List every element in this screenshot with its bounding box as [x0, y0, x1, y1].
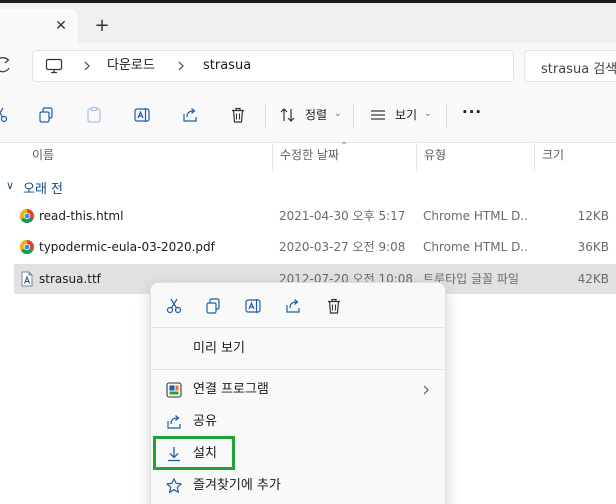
share-icon[interactable]: [284, 297, 302, 315]
rename-icon[interactable]: [133, 106, 151, 124]
file-name: typodermic-eula-03-2020.pdf: [39, 240, 215, 254]
file-date: 2020-03-27 오전 9:08: [279, 240, 406, 254]
chrome-icon: [20, 240, 34, 254]
command-bar: 정렬 ⌄ 보기 ⌄ ···: [0, 89, 616, 143]
column-divider[interactable]: [416, 143, 417, 171]
view-chevron-icon[interactable]: ⌄: [424, 109, 432, 119]
menu-item-label: 미리 보기: [193, 341, 245, 356]
refresh-icon[interactable]: [0, 54, 14, 76]
address-bar[interactable]: 다운로드 strasua: [32, 50, 514, 82]
tab-current[interactable]: ✕: [0, 9, 78, 43]
delete-icon[interactable]: [325, 297, 343, 315]
column-divider[interactable]: [272, 143, 273, 171]
copy-icon[interactable]: [37, 106, 55, 124]
menu-item-label: 즐겨찾기에 추가: [193, 478, 281, 493]
open-with-icon: [166, 382, 182, 398]
menu-divider: [152, 327, 446, 328]
file-size: 12KB: [577, 209, 609, 223]
column-divider[interactable]: [534, 143, 535, 171]
group-header[interactable]: ∨ 오래 전: [0, 176, 200, 198]
menu-item-label: 공유: [193, 414, 217, 429]
view-icon[interactable]: [369, 106, 387, 124]
column-header-name[interactable]: 이름: [32, 148, 54, 162]
copy-icon[interactable]: [204, 297, 222, 315]
font-file-icon: [21, 271, 33, 287]
tab-strip: ✕ +: [0, 3, 616, 43]
install-highlight-box: [153, 436, 235, 470]
breadcrumb-chevron-icon: [84, 61, 90, 71]
breadcrumb-downloads[interactable]: 다운로드: [107, 58, 155, 74]
sort-chevron-icon[interactable]: ⌄: [334, 109, 342, 119]
column-header-size[interactable]: 크기: [542, 148, 564, 162]
view-button[interactable]: 보기: [395, 108, 417, 122]
file-row[interactable]: read-this.html 2021-04-30 오후 5:17 Chrome…: [14, 201, 616, 231]
share-icon[interactable]: [181, 106, 199, 124]
chrome-icon: [20, 209, 34, 223]
toolbar-divider: [446, 103, 447, 129]
more-options-icon[interactable]: ···: [462, 105, 482, 120]
address-row: 다운로드 strasua strasua 검색: [0, 43, 616, 89]
group-label: 오래 전: [23, 182, 64, 197]
file-date: 2021-04-30 오후 5:17: [279, 209, 406, 223]
sort-button[interactable]: 정렬: [305, 108, 327, 122]
rename-icon[interactable]: [244, 297, 262, 315]
group-collapse-icon[interactable]: ∨: [6, 179, 14, 192]
sort-icon[interactable]: [279, 106, 297, 124]
file-row[interactable]: typodermic-eula-03-2020.pdf 2020-03-27 오…: [14, 232, 616, 262]
search-input[interactable]: strasua 검색: [524, 50, 616, 82]
file-name: read-this.html: [39, 209, 124, 223]
toolbar-divider: [265, 103, 266, 129]
menu-divider: [152, 369, 446, 370]
submenu-chevron-icon: [423, 385, 429, 395]
delete-icon[interactable]: [229, 106, 247, 124]
tab-close-icon[interactable]: ✕: [52, 17, 70, 35]
file-size: 36KB: [577, 240, 609, 254]
breadcrumb-strasua[interactable]: strasua: [203, 58, 251, 74]
share-icon: [167, 415, 181, 429]
column-header-date[interactable]: 수정한 날짜: [280, 148, 339, 162]
cut-icon[interactable]: [0, 106, 9, 124]
menu-item-add-to-favorites[interactable]: 즐겨찾기에 추가: [155, 471, 443, 501]
this-pc-icon[interactable]: [45, 58, 63, 77]
file-type: Chrome HTML D...: [423, 240, 529, 254]
menu-item-share[interactable]: 공유: [155, 407, 443, 437]
paste-icon[interactable]: [85, 106, 103, 124]
breadcrumb-chevron-icon: [178, 61, 184, 71]
star-icon: [166, 478, 182, 493]
context-menu: 미리 보기 연결 프로그램 공유 설치 즐겨찾기에 추가: [150, 282, 446, 504]
sort-ascending-icon: ⌃: [340, 141, 349, 152]
new-tab-button[interactable]: +: [92, 16, 112, 36]
column-headers: 이름 ⌃ 수정한 날짜 유형 크기: [0, 141, 616, 171]
toolbar-divider: [353, 103, 354, 129]
file-size: 42KB: [577, 272, 609, 286]
menu-item-preview[interactable]: 미리 보기: [155, 334, 443, 364]
file-type: Chrome HTML D...: [423, 209, 529, 223]
menu-item-open-with[interactable]: 연결 프로그램: [155, 375, 443, 405]
cut-icon[interactable]: [165, 297, 183, 315]
column-header-type[interactable]: 유형: [424, 148, 446, 162]
menu-item-label: 연결 프로그램: [193, 382, 269, 397]
